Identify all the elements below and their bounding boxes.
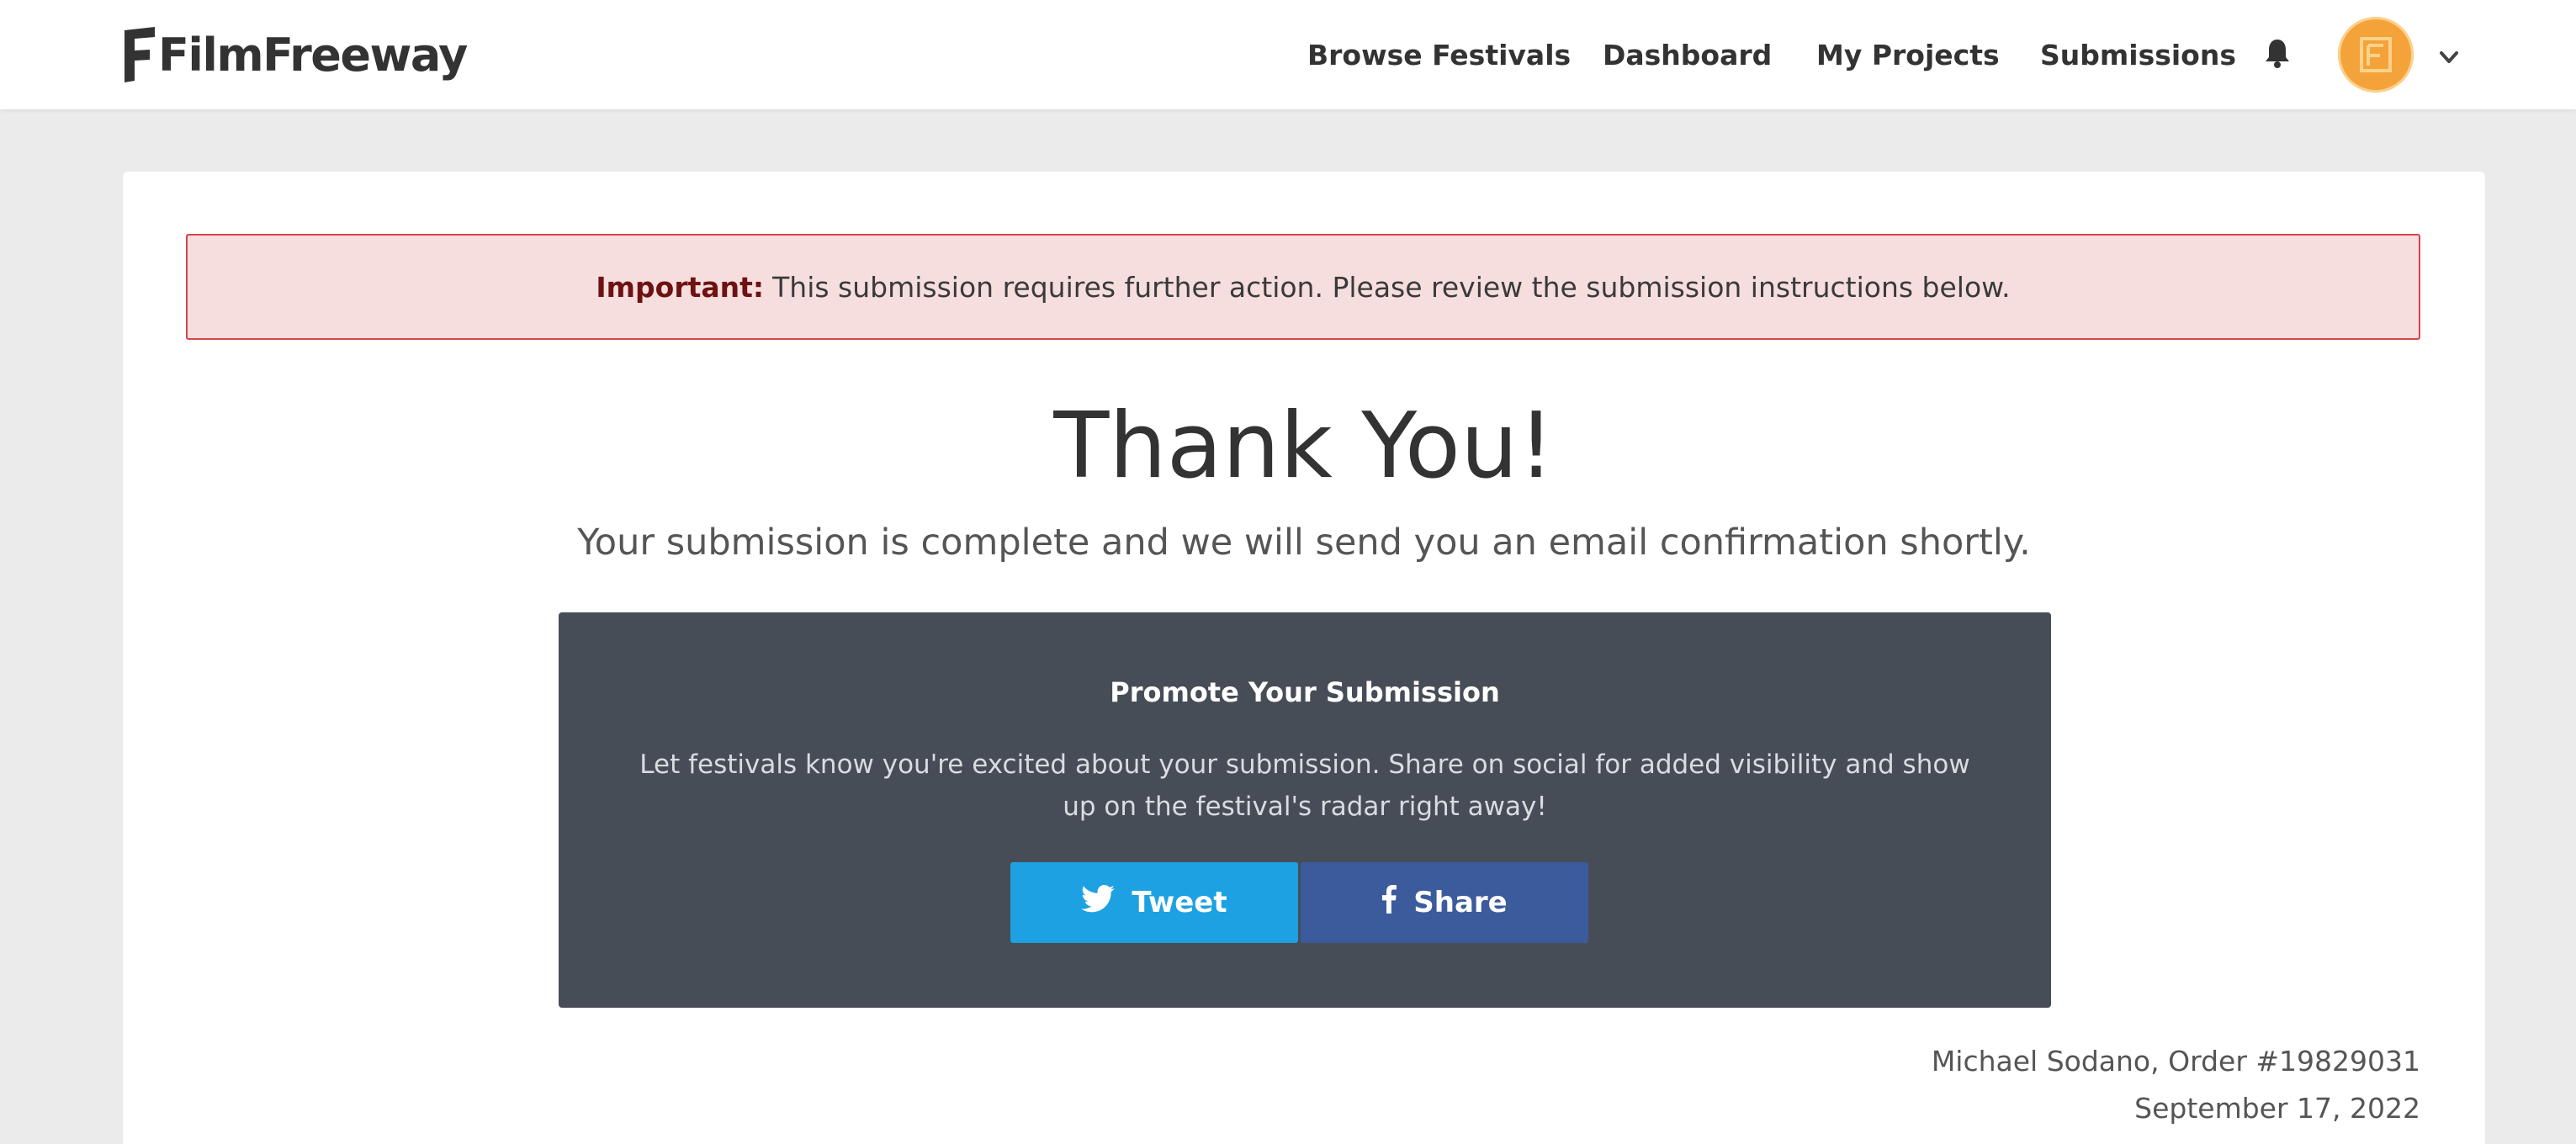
logo-text: FilmFreeway	[158, 28, 468, 82]
tweet-button[interactable]: Tweet	[1010, 862, 1298, 943]
avatar[interactable]	[2338, 17, 2414, 93]
chevron-down-icon[interactable]	[2436, 45, 2462, 70]
filmfreeway-logo[interactable]: FilmFreeway	[123, 24, 468, 86]
nav-my-projects[interactable]: My Projects	[1816, 39, 2000, 72]
promote-description-line-1: Let festivals know you're excited about …	[639, 749, 1970, 780]
facebook-f-icon	[1381, 884, 1397, 921]
order-date: September 17, 2022	[2134, 1092, 2420, 1125]
confirmation-card: Important: This submission requires furt…	[123, 172, 2485, 1144]
twitter-bird-icon	[1081, 885, 1116, 920]
nav-browse-festivals[interactable]: Browse Festivals	[1307, 39, 1571, 72]
alert-label: Important:	[596, 270, 765, 304]
promote-description: Let festivals know you're excited about …	[617, 744, 1992, 828]
share-label: Share	[1413, 886, 1508, 919]
order-details: Michael Sodano, Order #19829031 Septembe…	[1932, 1038, 2420, 1132]
promote-description-line-2: up on the festival's radar right away!	[1063, 792, 1547, 822]
promote-title: Promote Your Submission	[1110, 676, 1500, 708]
page-title: Thank You!	[1053, 394, 1555, 499]
facebook-share-button[interactable]: Share	[1301, 862, 1588, 943]
bell-icon[interactable]	[2263, 37, 2292, 69]
top-navigation-bar: FilmFreeway Browse Festivals Dashboard M…	[0, 0, 2576, 109]
tweet-label: Tweet	[1132, 886, 1227, 919]
important-alert: Important: This submission requires furt…	[186, 234, 2420, 340]
promote-submission-panel: Promote Your Submission Let festivals kn…	[559, 612, 2051, 1008]
nav-dashboard[interactable]: Dashboard	[1603, 39, 1772, 72]
confirmation-subtitle: Your submission is complete and we will …	[577, 522, 2031, 564]
avatar-monogram-icon	[2360, 37, 2392, 72]
alert-message: This submission requires further action.…	[772, 270, 2011, 304]
order-customer-number: Michael Sodano, Order #19829031	[1931, 1045, 2420, 1078]
logo-mark-icon	[123, 25, 156, 84]
nav-submissions[interactable]: Submissions	[2040, 39, 2236, 72]
